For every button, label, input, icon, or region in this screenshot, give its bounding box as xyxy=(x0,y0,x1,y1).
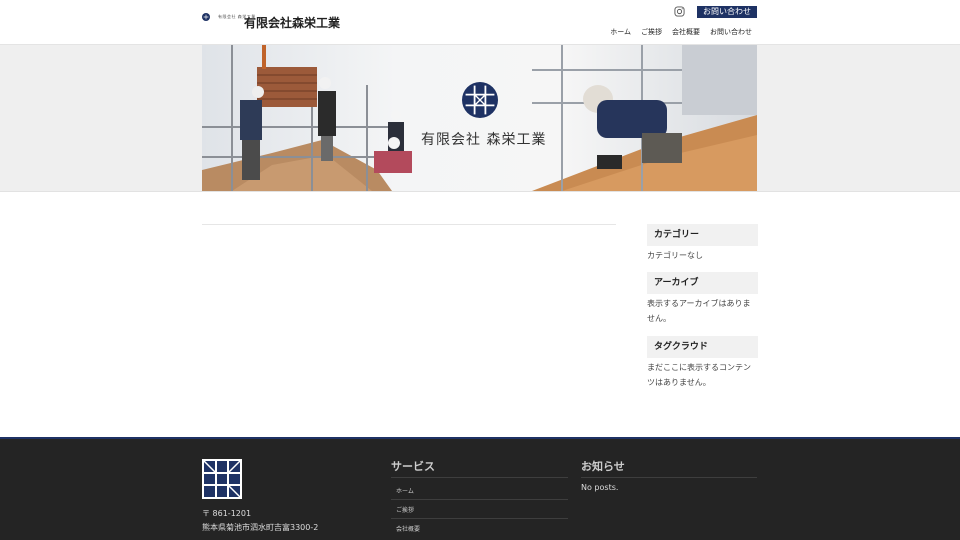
nav-item-contact[interactable]: お問い合わせ xyxy=(710,27,752,37)
footer-logo-icon[interactable] xyxy=(202,459,242,499)
footer-divider xyxy=(581,477,757,478)
footer-divider xyxy=(391,499,568,500)
footer-divider xyxy=(391,518,568,519)
site-header: 有限会社 森栄工業 有限会社森栄工業 お問い合わせ ホーム ご挨拶 会社概要 お… xyxy=(0,0,960,45)
footer-address: 熊本県菊池市泗水町吉富3300-2 xyxy=(202,523,319,532)
widget-title: タグクラウド xyxy=(647,336,758,358)
instagram-icon[interactable] xyxy=(674,6,685,17)
hero-title: 有限会社 森栄工業 xyxy=(421,132,547,148)
widget-body: 表示するアーカイブはありません。 xyxy=(647,299,751,323)
header-contact-button[interactable]: お問い合わせ xyxy=(697,6,757,18)
hero-image: 有限会社 森栄工業 xyxy=(202,45,757,191)
main-divider xyxy=(202,224,616,225)
hero-photo xyxy=(202,45,757,191)
footer-link-company[interactable]: 会社概要 xyxy=(396,524,420,533)
hero-logo-icon xyxy=(462,82,498,118)
widget-body: カテゴリーなし xyxy=(647,251,703,260)
footer-postal-code: 〒 861-1201 xyxy=(202,509,252,518)
widget-tagcloud: タグクラウド まだここに表示するコンテンツはありません。 xyxy=(647,336,758,390)
widget-categories: カテゴリー カテゴリーなし xyxy=(647,224,758,263)
site-title[interactable]: 有限会社森栄工業 xyxy=(244,14,340,31)
footer-divider xyxy=(391,477,568,478)
footer-link-greeting[interactable]: ご挨拶 xyxy=(396,505,414,514)
footer-news-title: お知らせ xyxy=(581,460,625,473)
widget-body: まだここに表示するコンテンツはありません。 xyxy=(647,363,751,387)
nav-item-greeting[interactable]: ご挨拶 xyxy=(641,27,662,37)
logo-mark-icon xyxy=(202,13,210,21)
widget-title: カテゴリー xyxy=(647,224,758,246)
nav-item-company[interactable]: 会社概要 xyxy=(672,27,700,37)
widget-title: アーカイブ xyxy=(647,272,758,294)
widget-archives: アーカイブ 表示するアーカイブはありません。 xyxy=(647,272,758,326)
footer-news-empty: No posts. xyxy=(581,483,619,492)
footer-services-title: サービス xyxy=(391,460,435,473)
site-footer: 〒 861-1201 熊本県菊池市泗水町吉富3300-2 サービス ホーム ご挨… xyxy=(0,437,960,540)
main-nav: ホーム ご挨拶 会社概要 お問い合わせ xyxy=(610,27,752,37)
nav-item-home[interactable]: ホーム xyxy=(610,27,631,37)
footer-link-home[interactable]: ホーム xyxy=(396,486,414,495)
